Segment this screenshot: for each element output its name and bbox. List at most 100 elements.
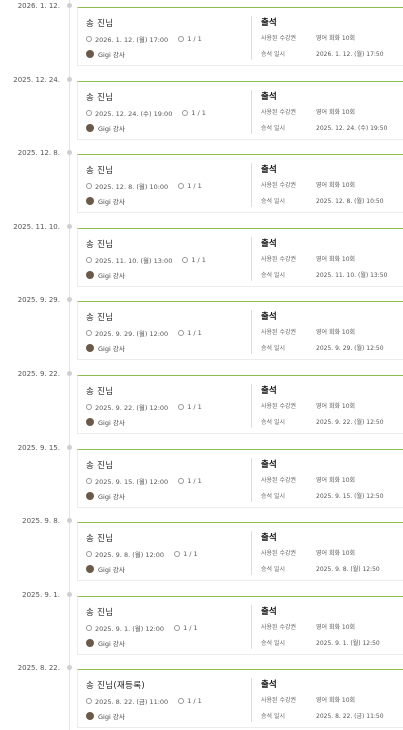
- attendance-card[interactable]: 송 진님 2025. 9. 8. (월) 12:00 1 / 1 Gigi 강사…: [77, 522, 403, 582]
- attendance-card[interactable]: 송 진님 2025. 11. 10. (월) 13:00 1 / 1 Gigi …: [77, 227, 403, 287]
- class-count: 1 / 1: [183, 550, 198, 559]
- attendance-card[interactable]: 송 진님 2025. 9. 1. (월) 12:00 1 / 1 Gigi 강사…: [77, 595, 403, 655]
- card-left: 송 진님 2025. 9. 1. (월) 12:00 1 / 1 Gigi 강사: [86, 597, 251, 654]
- card-divider: [251, 163, 252, 208]
- class-datetime: 2025. 9. 8. (월) 12:00: [95, 551, 165, 560]
- card-divider: [251, 531, 252, 576]
- attendance-entry: 2025. 8. 22. 송 진님(재등록) 2025. 8. 22. (금) …: [0, 664, 403, 730]
- class-count: 1 / 1: [187, 35, 202, 43]
- entry-date: 2025. 9. 15.: [17, 443, 60, 452]
- class-count: 1 / 1: [183, 623, 198, 632]
- class-datetime: 2025. 12. 24. (수) 19:00: [95, 109, 173, 118]
- approval-value: 2025. 12. 8. (월) 10:50: [316, 198, 384, 206]
- clock-icon: [86, 36, 92, 42]
- attendance-card[interactable]: 송 진님 2025. 9. 15. (월) 12:00 1 / 1 Gigi 강…: [77, 448, 403, 508]
- teacher-row: Gigi 강사: [86, 711, 125, 721]
- attendance-entry: 2025. 9. 29. 송 진님 2025. 9. 29. (월) 12:00…: [0, 296, 403, 370]
- avatar: [86, 418, 94, 426]
- ticket-label: 사용된 수강권: [261, 623, 297, 631]
- person-icon: [178, 183, 185, 190]
- timeline-dot: [67, 665, 72, 671]
- attendance-entry: 2025. 9. 22. 송 진님 2025. 9. 22. (월) 12:00…: [0, 370, 403, 444]
- class-datetime: 2025. 9. 15. (월) 12:00: [95, 477, 169, 486]
- entry-date: 2025. 9. 1.: [22, 590, 60, 599]
- class-meta: 2025. 9. 1. (월) 12:00 1 / 1: [86, 623, 198, 633]
- card-divider: [251, 89, 252, 134]
- approval-row: 승석 일시 2025. 12. 8. (월) 10:50: [261, 196, 384, 205]
- avatar: [86, 712, 94, 721]
- attendance-entry: 2025. 9. 1. 송 진님 2025. 9. 1. (월) 12:00 1…: [0, 591, 403, 665]
- class-meta: 2025. 11. 10. (월) 13:00 1 / 1: [86, 255, 206, 265]
- approval-row: 승석 일시 2025. 9. 8. (월) 12:50: [261, 564, 380, 573]
- approval-value: 2025. 9. 22. (월) 12:50: [316, 419, 384, 426]
- ticket-label: 사용된 수강권: [261, 476, 297, 484]
- student-name: 송 진님(재등록): [86, 681, 145, 692]
- attendance-card[interactable]: 송 진님 2025. 12. 24. (수) 19:00 1 / 1 Gigi …: [77, 80, 403, 140]
- attendance-card[interactable]: 송 진님 2025. 9. 29. (월) 12:00 1 / 1 Gigi 강…: [77, 301, 403, 361]
- attendance-status: 출석: [261, 91, 277, 102]
- avatar: [86, 638, 94, 647]
- class-count: 1 / 1: [187, 697, 202, 706]
- class-datetime: 2025. 11. 10. (월) 13:00: [95, 256, 173, 265]
- class-count: 1 / 1: [187, 476, 202, 485]
- class-datetime: 2025. 8. 22. (금) 11:00: [95, 698, 169, 707]
- ticket-value: 영어 회화 10회: [316, 697, 356, 705]
- attendance-entry: 2026. 1. 12. 송 진님 2026. 1. 12. (월) 17:00…: [0, 2, 403, 76]
- avatar: [86, 565, 94, 574]
- attendance-card[interactable]: 송 진님 2026. 1. 12. (월) 17:00 1 / 1 Gigi 강…: [77, 7, 403, 66]
- person-icon: [178, 330, 185, 337]
- timeline-dot: [67, 76, 72, 82]
- teacher-name: Gigi 강사: [98, 566, 125, 575]
- class-meta: 2025. 12. 24. (수) 19:00 1 / 1: [86, 108, 206, 118]
- clock-icon: [86, 477, 92, 484]
- timeline-dot: [67, 444, 72, 450]
- attendance-card[interactable]: 송 진님 2025. 12. 8. (월) 10:00 1 / 1 Gigi 강…: [77, 154, 403, 214]
- teacher-name: Gigi 강사: [98, 345, 125, 354]
- avatar: [86, 50, 94, 58]
- class-datetime: 2025. 9. 29. (월) 12:00: [95, 330, 169, 339]
- teacher-name: Gigi 강사: [98, 198, 125, 207]
- entry-date: 2025. 11. 10.: [13, 222, 60, 231]
- approval-label: 승석 일시: [261, 124, 285, 132]
- card-divider: [251, 236, 252, 281]
- class-datetime: 2025. 9. 22. (월) 12:00: [95, 404, 169, 412]
- timeline-dot: [67, 3, 72, 8]
- card-divider: [251, 457, 252, 502]
- ticket-value: 영어 회화 10회: [316, 329, 356, 337]
- card-divider: [251, 16, 252, 60]
- person-icon: [178, 698, 185, 705]
- class-count: 1 / 1: [187, 403, 202, 411]
- ticket-value: 영어 회화 10회: [316, 403, 356, 410]
- attendance-card[interactable]: 송 진님 2025. 9. 22. (월) 12:00 1 / 1 Gigi 강…: [77, 375, 403, 434]
- teacher-name: Gigi 강사: [98, 51, 125, 59]
- approval-value: 2025. 9. 1. (월) 12:50: [316, 639, 380, 647]
- student-name: 송 진님: [86, 239, 114, 250]
- approval-row: 승석 일시 2026. 1. 12. (월) 17:50: [261, 49, 384, 58]
- class-datetime: 2025. 9. 1. (월) 12:00: [95, 624, 165, 633]
- card-right: 출석 사용된 수강권 영어 회화 10회 승석 일시 2025. 9. 15. (월…: [261, 450, 403, 507]
- approval-value: 2025. 11. 10. (월) 13:50: [316, 271, 388, 279]
- ticket-row: 사용된 수강권 영어 회화 10회: [261, 622, 355, 631]
- card-left: 송 진님 2025. 9. 29. (월) 12:00 1 / 1 Gigi 강…: [86, 302, 251, 359]
- teacher-row: Gigi 강사: [86, 564, 125, 574]
- clock-icon: [86, 698, 92, 705]
- ticket-label: 사용된 수강권: [261, 550, 297, 558]
- approval-value: 2026. 1. 12. (월) 17:50: [316, 51, 384, 58]
- class-meta: 2025. 12. 8. (월) 10:00 1 / 1: [86, 181, 202, 191]
- person-icon: [178, 404, 185, 410]
- class-meta: 2025. 9. 29. (월) 12:00 1 / 1: [86, 328, 202, 338]
- attendance-card[interactable]: 송 진님(재등록) 2025. 8. 22. (금) 11:00 1 / 1 G…: [77, 669, 403, 729]
- ticket-value: 영어 회화 10회: [316, 255, 356, 263]
- card-right: 출석 사용된 수강권 영어 회화 10회 승석 일시 2025. 12. 24. (…: [261, 82, 403, 139]
- teacher-name: Gigi 강사: [98, 419, 125, 427]
- ticket-label: 사용된 수강권: [261, 182, 297, 190]
- card-right: 출석 사용된 수강권 영어 회화 10회 승석 일시 2025. 9. 29. (월…: [261, 302, 403, 359]
- attendance-status: 출석: [261, 238, 277, 249]
- card-left: 송 진님 2025. 12. 24. (수) 19:00 1 / 1 Gigi …: [86, 82, 251, 139]
- timeline-dot: [67, 591, 72, 597]
- student-name: 송 진님: [86, 92, 114, 103]
- card-divider: [251, 310, 252, 355]
- approval-row: 승석 일시 2025. 9. 15. (월) 12:50: [261, 491, 384, 500]
- approval-label: 승석 일시: [261, 566, 285, 574]
- teacher-row: Gigi 강사: [86, 270, 125, 280]
